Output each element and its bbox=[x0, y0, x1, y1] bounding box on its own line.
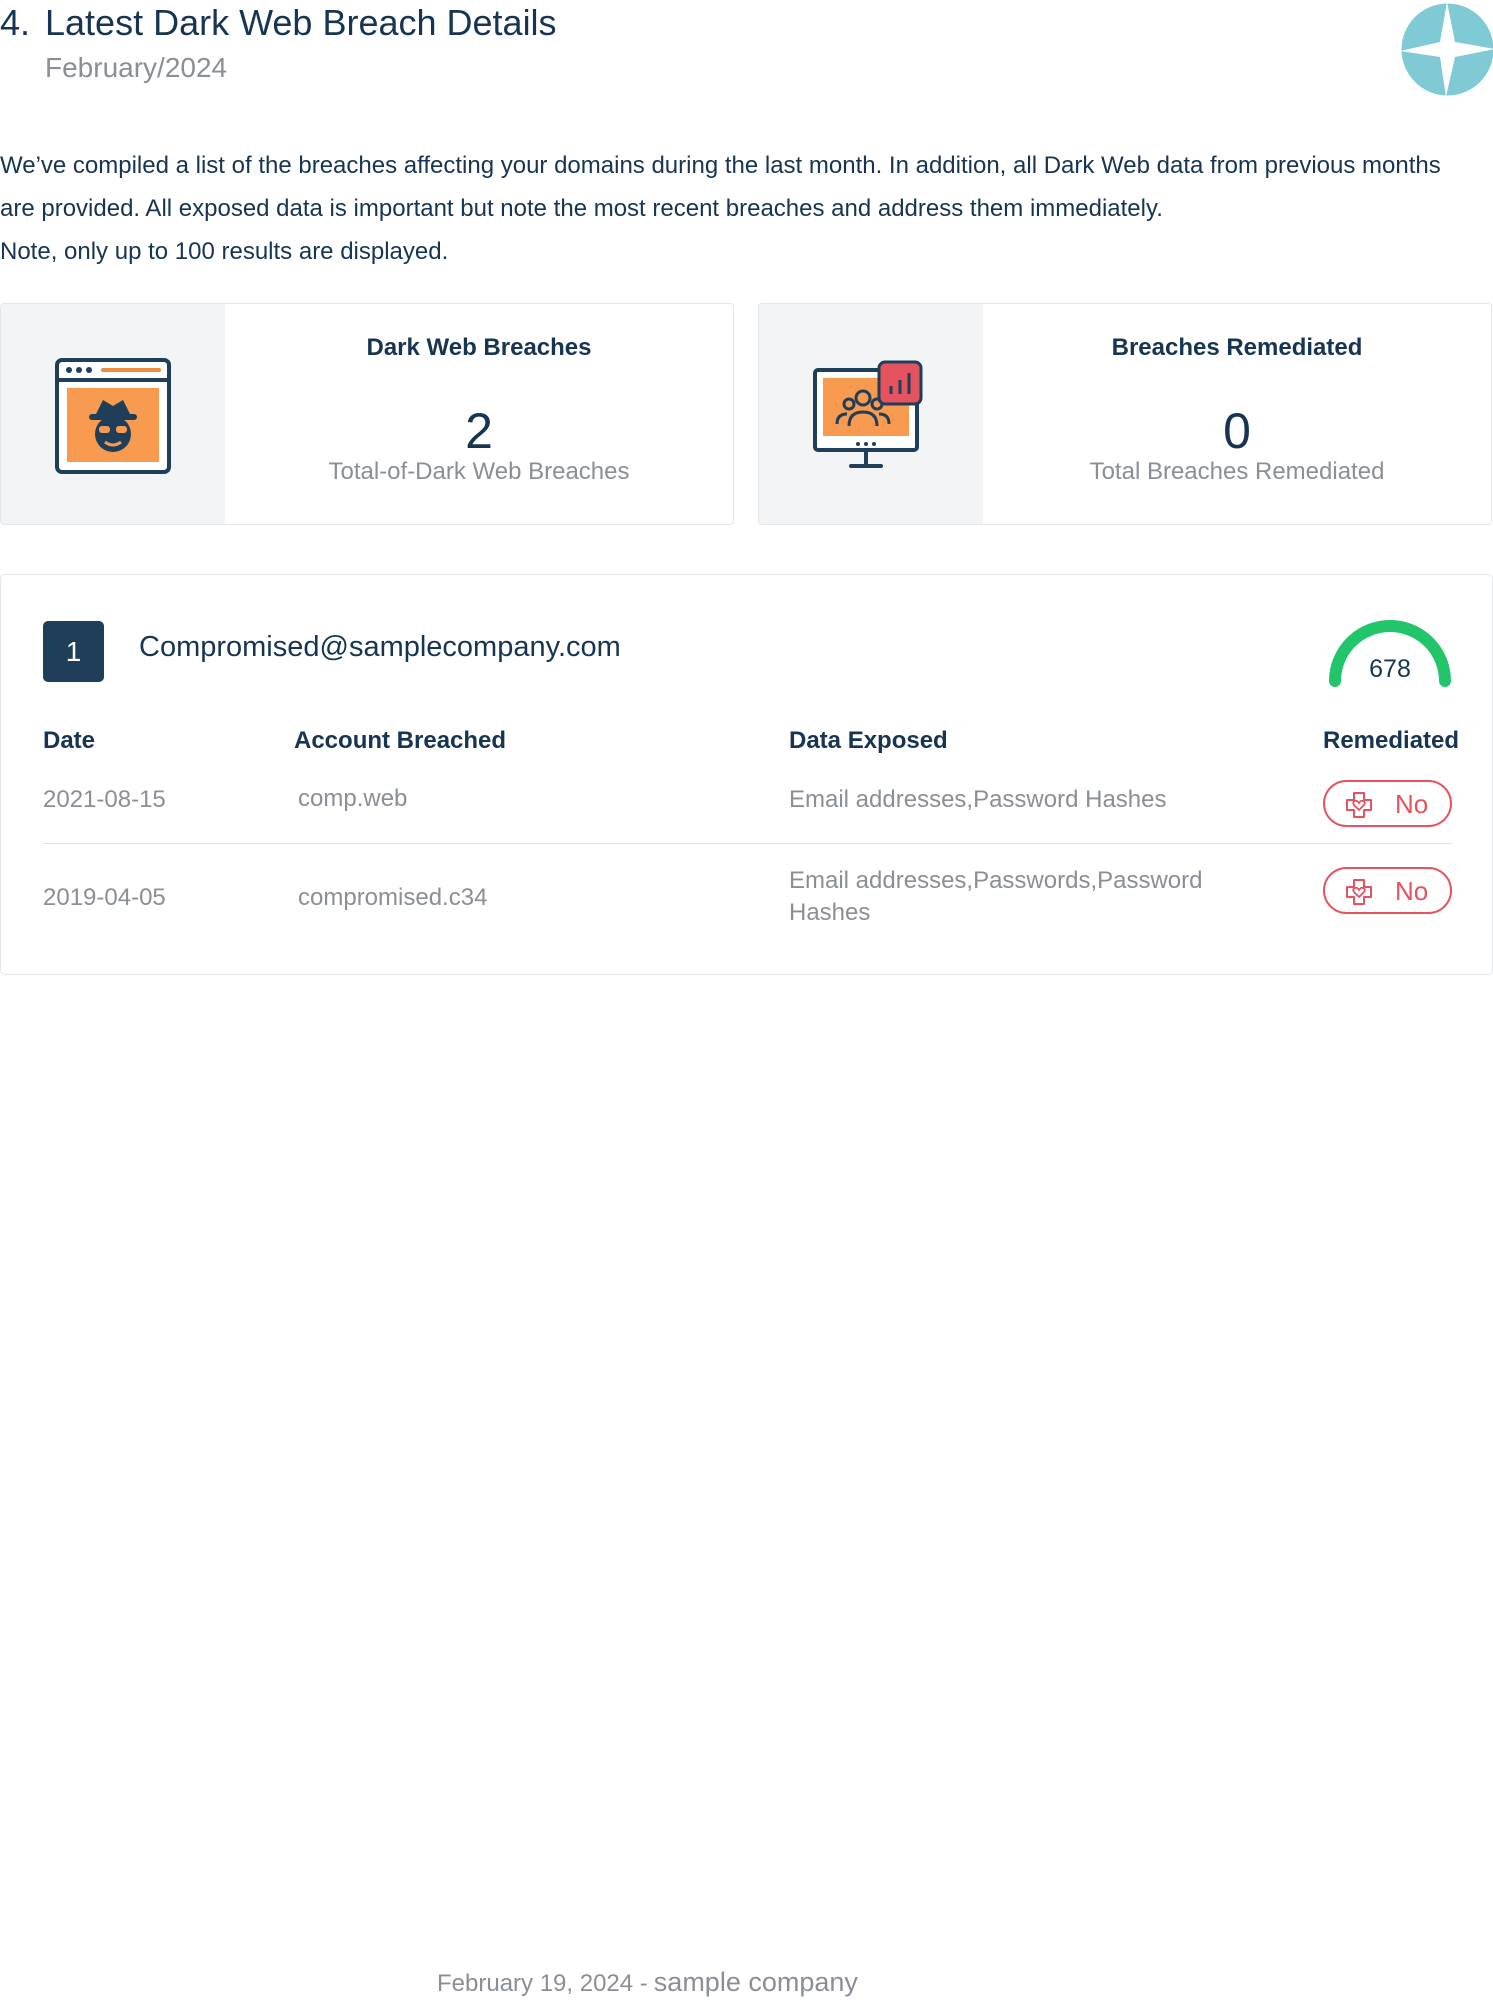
row-date: 2019-04-05 bbox=[43, 884, 166, 911]
hacker-browser-icon bbox=[55, 358, 171, 474]
brand-logo-icon bbox=[1400, 2, 1493, 97]
stat-body: Breaches Remediated 0 Total Breaches Rem… bbox=[983, 304, 1491, 524]
page-title: 4. Latest Dark Web Breach Details bbox=[0, 2, 557, 44]
page-footer: February 19, 2024 - sample company bbox=[437, 1967, 858, 1998]
section-title: Latest Dark Web Breach Details bbox=[45, 2, 557, 43]
row-data-exposed-cont: Hashes bbox=[789, 899, 871, 926]
row-date: 2021-08-15 bbox=[43, 786, 166, 813]
medical-cross-icon bbox=[1346, 792, 1372, 818]
column-header-data-exposed: Data Exposed bbox=[789, 727, 948, 754]
stat-value: 0 bbox=[1223, 403, 1251, 459]
stat-title: Dark Web Breaches bbox=[366, 334, 592, 361]
stat-subtitle: Total-of-Dark Web Breaches bbox=[328, 458, 630, 485]
stat-body: Dark Web Breaches 2 Total-of-Dark Web Br… bbox=[225, 304, 733, 524]
intro-line: We’ve compiled a list of the breaches af… bbox=[0, 152, 1441, 179]
stat-value: 2 bbox=[465, 403, 493, 459]
medical-cross-icon bbox=[1346, 879, 1372, 905]
breach-detail-card: 1 Compromised@samplecompany.com 678 Date… bbox=[0, 574, 1493, 975]
score-value: 678 bbox=[1369, 655, 1411, 683]
dark-web-breaches-card: Dark Web Breaches 2 Total-of-Dark Web Br… bbox=[0, 303, 734, 525]
breach-index-badge: 1 bbox=[43, 621, 104, 682]
icon-panel bbox=[1, 304, 225, 524]
footer-company: sample company bbox=[653, 1967, 858, 1997]
monitor-users-chart-icon bbox=[813, 360, 923, 468]
remediated-status-badge: No bbox=[1323, 867, 1452, 914]
intro-line: are provided. All exposed data is import… bbox=[0, 195, 1163, 222]
row-divider bbox=[43, 843, 1452, 844]
compromised-email: Compromised@samplecompany.com bbox=[139, 631, 621, 663]
column-header-date: Date bbox=[43, 727, 96, 754]
column-header-remediated: Remediated bbox=[1323, 727, 1460, 754]
column-header-account: Account Breached bbox=[294, 727, 507, 754]
report-period: February/2024 bbox=[45, 52, 228, 83]
stat-title: Breaches Remediated bbox=[1111, 334, 1363, 361]
stat-subtitle: Total Breaches Remediated bbox=[1089, 458, 1385, 485]
section-number: 4. bbox=[0, 2, 31, 43]
intro-note: Note, only up to 100 results are display… bbox=[0, 238, 449, 265]
intro-text: We’ve compiled a list of the breaches af… bbox=[0, 144, 1493, 273]
remediated-status-label: No bbox=[1395, 789, 1429, 819]
breaches-remediated-card: Breaches Remediated 0 Total Breaches Rem… bbox=[758, 303, 1492, 525]
row-account: comp.web bbox=[298, 785, 408, 812]
footer-date: February 19, 2024 - bbox=[437, 1970, 648, 1997]
row-account: compromised.c34 bbox=[298, 884, 488, 911]
row-data-exposed: Email addresses,Passwords,Password bbox=[789, 867, 1203, 894]
remediated-status-label: No bbox=[1395, 876, 1429, 906]
remediated-status-badge: No bbox=[1323, 780, 1452, 827]
row-data-exposed: Email addresses,Password Hashes bbox=[789, 786, 1167, 813]
icon-panel bbox=[759, 304, 983, 524]
